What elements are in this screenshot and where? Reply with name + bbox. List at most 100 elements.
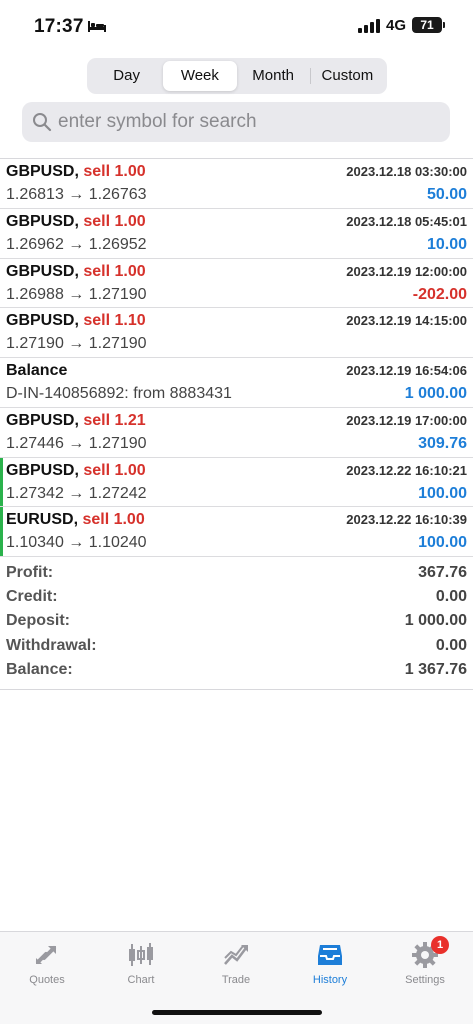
row-title: GBPUSD, sell 1.00 bbox=[6, 212, 146, 230]
row-title: GBPUSD, sell 1.10 bbox=[6, 312, 146, 330]
tab-label: History bbox=[312, 974, 348, 986]
row-prices: 1.26988 → 1.27190 bbox=[6, 285, 147, 303]
status-bar: 17:37 4G 71 bbox=[0, 0, 473, 52]
row-prices: 1.27342 → 1.27242 bbox=[6, 484, 147, 502]
summary-profit: Profit: 367.76 bbox=[0, 562, 473, 586]
row-symbol: GBPUSD bbox=[6, 312, 75, 330]
row-prices: 1.27190 → 1.27190 bbox=[6, 335, 147, 353]
quotes-icon bbox=[36, 946, 56, 964]
tab-day[interactable]: Day bbox=[90, 61, 163, 91]
row-profit: 50.00 bbox=[426, 186, 467, 203]
history-summary: Profit: 367.76 Credit: 0.00 Deposit: 1 0… bbox=[0, 562, 473, 690]
summary-balance: Balance: 1 367.76 bbox=[0, 659, 473, 683]
row-side: sell 1.00 bbox=[82, 511, 145, 529]
summary-value: 0.00 bbox=[435, 588, 467, 606]
row-prices: 1.26813 → 1.26763 bbox=[6, 186, 147, 203]
row-date: 2023.12.19 17:00:00 bbox=[346, 412, 467, 428]
search-icon bbox=[33, 113, 52, 132]
row-symbol: GBPUSD bbox=[6, 262, 75, 280]
history-row[interactable]: GBPUSD, sell 1.00 2023.12.18 05:45:01 1.… bbox=[0, 209, 473, 259]
trade-icon bbox=[224, 945, 248, 965]
row-prices: 1.26962 → 1.26952 bbox=[6, 235, 147, 253]
status-time: 17:37 bbox=[34, 16, 84, 37]
summary-credit: Credit: 0.00 bbox=[0, 586, 473, 610]
history-row[interactable]: EURUSD, sell 1.00 2023.12.22 16:10:39 1.… bbox=[0, 507, 473, 557]
row-title: Balance bbox=[6, 362, 67, 380]
search-bar bbox=[22, 102, 450, 142]
history-row[interactable]: GBPUSD, sell 1.00 2023.12.19 12:00:00 1.… bbox=[0, 259, 473, 309]
row-symbol: GBPUSD bbox=[6, 163, 75, 180]
summary-label: Withdrawal: bbox=[6, 636, 97, 654]
summary-value: 367.76 bbox=[418, 564, 467, 581]
row-prices: 1.10340 → 1.10240 bbox=[6, 534, 147, 552]
row-profit: -202.00 bbox=[412, 285, 467, 303]
row-profit: 100.00 bbox=[418, 534, 467, 552]
row-side: sell 1.00 bbox=[83, 461, 146, 479]
history-row[interactable]: GBPUSD, sell 1.10 2023.12.19 14:15:00 1.… bbox=[0, 308, 473, 358]
chart-icon bbox=[129, 943, 153, 966]
row-date: 2023.12.18 05:45:01 bbox=[346, 213, 467, 229]
row-title: GBPUSD, sell 1.00 bbox=[6, 163, 146, 180]
history-row[interactable]: GBPUSD, sell 1.00 2023.12.18 03:30:00 1.… bbox=[0, 159, 473, 209]
summary-value: 1 367.76 bbox=[404, 660, 467, 678]
tab-history[interactable]: History bbox=[283, 938, 377, 994]
battery-indicator: 71 bbox=[412, 17, 445, 33]
row-comment: D-IN-140856892: from 8883431 bbox=[6, 385, 232, 402]
row-date: 2023.12.19 14:15:00 bbox=[346, 313, 467, 329]
row-date: 2023.12.19 12:00:00 bbox=[346, 263, 467, 279]
search-input[interactable] bbox=[58, 102, 438, 142]
row-profit: 309.76 bbox=[418, 434, 467, 452]
row-symbol: Balance bbox=[6, 362, 68, 379]
tab-trade[interactable]: Trade bbox=[189, 938, 283, 994]
summary-value: 1 000.00 bbox=[404, 612, 467, 630]
row-symbol: GBPUSD bbox=[6, 461, 75, 479]
summary-withdrawal: Withdrawal: 0.00 bbox=[0, 635, 473, 659]
history-row[interactable]: GBPUSD, sell 1.00 2023.12.22 16:10:21 1.… bbox=[0, 457, 473, 508]
history-row[interactable]: GBPUSD, sell 1.21 2023.12.19 17:00:00 1.… bbox=[0, 408, 473, 458]
row-date: 2023.12.18 03:30:00 bbox=[346, 164, 467, 179]
row-prices: 1.27446 → 1.27190 bbox=[6, 434, 147, 452]
row-title: GBPUSD, sell 1.21 bbox=[6, 411, 146, 429]
row-side: sell 1.00 bbox=[83, 163, 146, 180]
row-title: GBPUSD, sell 1.00 bbox=[6, 262, 146, 280]
network-type: 4G bbox=[386, 17, 407, 34]
row-side: sell 1.00 bbox=[83, 212, 146, 230]
row-title: EURUSD, sell 1.00 bbox=[6, 511, 145, 529]
row-date: 2023.12.22 16:10:21 bbox=[346, 462, 467, 478]
tab-custom[interactable]: Custom bbox=[311, 61, 384, 91]
tab-label: Settings bbox=[405, 974, 445, 986]
history-row-balance[interactable]: Balance 2023.12.19 16:54:06 D-IN-1408568… bbox=[0, 358, 473, 408]
tab-week[interactable]: Week bbox=[163, 61, 237, 91]
tab-label: Chart bbox=[127, 974, 155, 986]
summary-value: 0.00 bbox=[435, 636, 467, 654]
row-profit: 10.00 bbox=[426, 235, 467, 253]
period-selector: Day Week Month Custom bbox=[87, 58, 387, 94]
row-date: 2023.12.19 16:54:06 bbox=[346, 363, 467, 378]
row-symbol: GBPUSD bbox=[6, 411, 75, 429]
summary-label: Profit: bbox=[6, 564, 54, 581]
summary-label: Deposit: bbox=[6, 612, 70, 630]
notification-badge: 1 bbox=[431, 936, 449, 954]
tab-quotes[interactable]: Quotes bbox=[0, 938, 94, 994]
row-amount: 1 000.00 bbox=[404, 385, 467, 402]
row-title: GBPUSD, sell 1.00 bbox=[6, 461, 146, 479]
row-side: sell 1.00 bbox=[83, 262, 146, 280]
row-side: sell 1.21 bbox=[83, 411, 146, 429]
sleep-bed-icon bbox=[88, 21, 106, 32]
summary-label: Credit: bbox=[6, 588, 58, 606]
row-date: 2023.12.22 16:10:39 bbox=[346, 512, 467, 528]
home-indicator bbox=[152, 1010, 322, 1015]
tab-label: Trade bbox=[221, 974, 251, 986]
cellular-signal-icon bbox=[358, 19, 380, 33]
tab-label: Quotes bbox=[29, 974, 65, 986]
row-side: sell 1.10 bbox=[83, 312, 146, 330]
tab-settings[interactable]: 1 Settings bbox=[378, 936, 472, 994]
tab-month[interactable]: Month bbox=[237, 61, 310, 91]
row-profit: 100.00 bbox=[418, 484, 467, 502]
row-symbol: GBPUSD bbox=[6, 212, 75, 230]
history-list: GBPUSD, sell 1.00 2023.12.18 03:30:00 1.… bbox=[0, 158, 473, 557]
summary-deposit: Deposit: 1 000.00 bbox=[0, 610, 473, 634]
history-icon bbox=[318, 945, 342, 965]
tab-chart[interactable]: Chart bbox=[94, 938, 188, 994]
row-symbol: EURUSD bbox=[6, 511, 74, 529]
